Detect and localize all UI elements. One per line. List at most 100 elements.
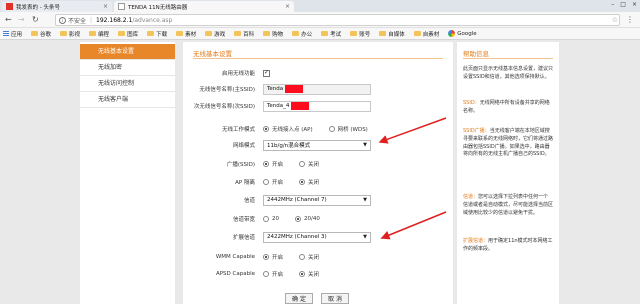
channel-value: 2442MHz (Channel 7) (267, 197, 327, 203)
close-window-icon[interactable]: × (632, 1, 637, 8)
menu-icon[interactable]: ⋮ (626, 15, 634, 24)
sidebar-item-basic-settings[interactable]: 无线基本设置 (80, 44, 175, 60)
close-tab-icon[interactable]: × (103, 3, 108, 10)
bookmark-item[interactable]: 自媒体 (379, 30, 405, 38)
url-input[interactable]: i 不安全 | 192.168.2.1/advance.asp (55, 14, 620, 26)
radio-label: 开启 (272, 180, 284, 186)
bookmark-item[interactable]: 图库 (118, 30, 138, 38)
radio-label: 开启 (272, 162, 284, 168)
enable-wireless-row: 启用无线功能 ✓ (183, 67, 453, 79)
work-mode-radio-group: 无线接入点 (AP) 网桥 (WDS) (263, 125, 384, 133)
bookmark-label: 百科 (243, 31, 255, 38)
ssid2-value: Tenda_4 (267, 103, 290, 109)
bookmark-item[interactable]: 下载 (147, 30, 167, 38)
folder-icon (413, 31, 421, 36)
sidebar-item-clients[interactable]: 无线客户端 (80, 92, 175, 108)
ap-isolation-on-radio[interactable]: 开启 (263, 178, 283, 186)
network-mode-label: 网络模式 (232, 143, 255, 149)
radio-dot (263, 179, 269, 185)
ap-isolation-row: AP 隔离 开启 关闭 (183, 176, 453, 188)
radio-label: 关闭 (308, 180, 320, 186)
redaction-mark (291, 102, 310, 110)
broadcast-on-radio[interactable]: 开启 (263, 160, 283, 168)
broadcast-radio-group: 开启 关闭 (263, 160, 335, 168)
network-mode-select[interactable]: 11b/g/n混合模式 ▼ (263, 139, 371, 151)
ssid1-input[interactable]: Tenda (263, 83, 371, 95)
reload-icon[interactable]: ↻ (32, 15, 39, 24)
radio-dot (263, 126, 269, 132)
help-ext-channel: 扩展信道：用于确定11n模式时本网络工作的频率段。 (463, 238, 553, 254)
radio-label: 关闭 (308, 255, 320, 261)
cancel-button[interactable]: 取 消 (321, 293, 349, 304)
radio-label: 开启 (272, 255, 284, 261)
bandwidth-20-radio[interactable]: 20 (263, 216, 279, 222)
wmm-on-radio[interactable]: 开启 (263, 253, 283, 261)
radio-label: 网桥 (WDS) (337, 127, 368, 133)
ok-button[interactable]: 确 定 (285, 293, 313, 304)
radio-dot (295, 216, 301, 222)
bookmark-item[interactable]: 影视 (60, 30, 80, 38)
network-mode-value: 11b/g/n混合模式 (267, 143, 311, 149)
radio-dot (299, 179, 306, 185)
bookmark-item[interactable]: 素材 (176, 30, 196, 38)
bookmark-label: 下载 (156, 31, 168, 38)
bookmark-item[interactable]: Google (448, 30, 477, 37)
ssid2-input[interactable]: Tenda_4 (263, 100, 371, 112)
back-icon[interactable]: ← (5, 15, 12, 24)
channel-select[interactable]: 2442MHz (Channel 7) ▼ (263, 194, 371, 206)
bookmark-label: 影视 (69, 31, 81, 38)
apsd-off-radio[interactable]: 关闭 (299, 270, 319, 278)
bookmark-item[interactable]: 办公 (292, 30, 312, 38)
bookmark-label: 游戏 (214, 31, 226, 38)
bandwidth-radio-group: 20 20/40 (263, 216, 336, 222)
bookmark-label: 办公 (301, 31, 313, 38)
radio-label: 20/40 (304, 216, 320, 222)
bookmark-item[interactable]: 账号 (350, 30, 370, 38)
bookmark-item[interactable]: 游戏 (205, 30, 225, 38)
bookmark-item[interactable]: 考试 (321, 30, 341, 38)
bandwidth-20-40-radio[interactable]: 20/40 (295, 216, 320, 222)
enable-wireless-checkbox[interactable]: ✓ (263, 68, 270, 77)
radio-dot (299, 271, 306, 277)
ssid1-value: Tenda (267, 86, 284, 92)
browser-tab-toutiao[interactable]: 我发表的 - 头条号 × (2, 1, 112, 12)
redaction-mark (285, 85, 304, 93)
ssid1-row: 无线信号名称(主SSID) Tenda (183, 83, 453, 95)
minimize-icon[interactable]: – (611, 1, 614, 8)
radio-dot (263, 271, 269, 277)
bookmark-item[interactable]: 自素材 (413, 30, 439, 38)
bookmark-item[interactable]: 百科 (234, 30, 254, 38)
close-tab-icon[interactable]: × (285, 3, 290, 10)
wmm-radio-group: 开启 关闭 (263, 253, 335, 261)
folder-icon (147, 31, 155, 36)
help-key: SSID： (463, 100, 480, 106)
forward-icon[interactable]: → (18, 15, 25, 24)
maximize-icon[interactable]: □ (620, 1, 626, 8)
ap-isolation-off-radio[interactable]: 关闭 (299, 178, 319, 186)
bookmark-item[interactable]: 应用 (3, 30, 22, 38)
bookmark-star-icon[interactable]: ☆ (612, 16, 618, 24)
wmm-off-radio[interactable]: 关闭 (299, 253, 319, 261)
window-controls: – □ × (611, 1, 637, 8)
info-icon[interactable]: i (59, 16, 66, 24)
checkmark-icon: ✓ (264, 68, 270, 76)
browser-tab-tenda[interactable]: TENDA 11N无线路由器 × (114, 1, 294, 12)
radio-label: 开启 (272, 272, 284, 278)
ext-channel-label: 扩展信道 (232, 235, 255, 241)
folder-icon (89, 31, 97, 36)
bookmark-item[interactable]: 购物 (263, 30, 283, 38)
url-host: 192.168.2.1 (96, 16, 133, 24)
sidebar-item-encryption[interactable]: 无线加密 (80, 60, 175, 76)
bookmark-item[interactable]: 编程 (89, 30, 109, 38)
work-mode-wds-radio[interactable]: 网桥 (WDS) (328, 125, 368, 133)
radio-label: 20 (272, 216, 279, 222)
ssid2-row: 次无线信号名称(次SSID) Tenda_4 (183, 100, 453, 112)
help-intro: 此页面只显示无线基本信息设置，建议只设置SSID和信道，其他选项保持默认。 (463, 66, 554, 80)
radio-dot (263, 161, 269, 167)
sidebar-item-access-control[interactable]: 无线访问控制 (80, 76, 175, 92)
work-mode-ap-radio[interactable]: 无线接入点 (AP) (263, 125, 313, 133)
broadcast-off-radio[interactable]: 关闭 (299, 160, 319, 168)
bookmark-item[interactable]: 谷歌 (31, 30, 51, 38)
apsd-on-radio[interactable]: 开启 (263, 270, 283, 278)
ext-channel-select[interactable]: 2422MHz (Channel 3) ▼ (263, 231, 371, 243)
